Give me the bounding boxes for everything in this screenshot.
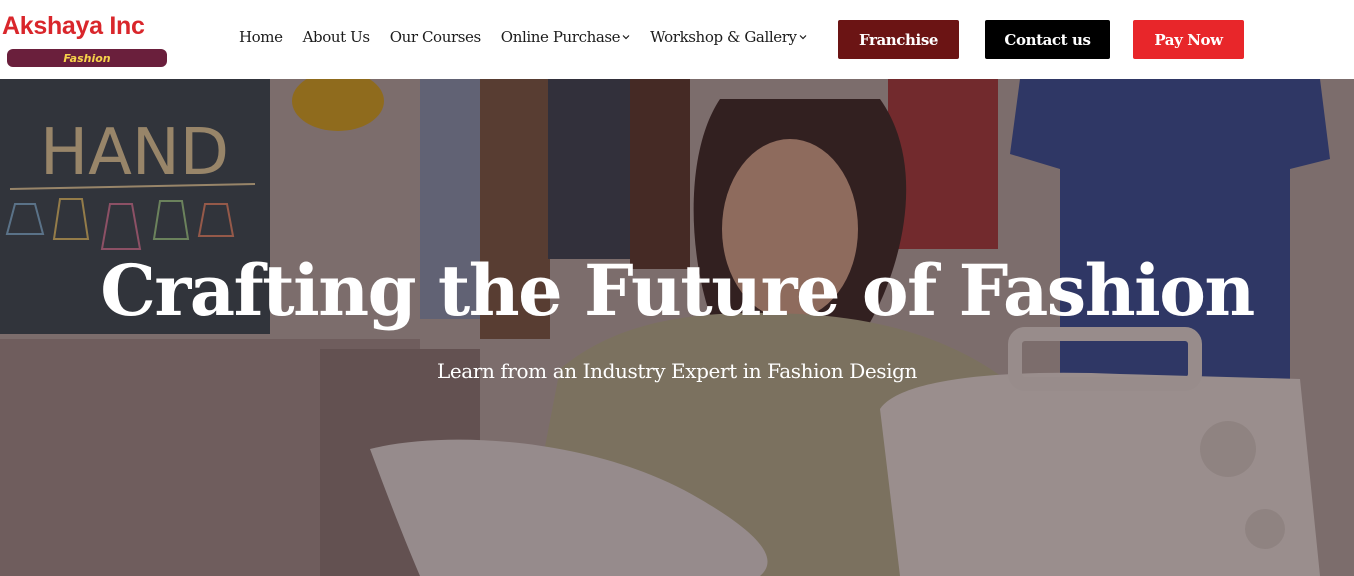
- nav-item-our-courses[interactable]: Our Courses: [389, 28, 482, 46]
- hero-banner: HAND Crafting the Future of Fashion Lear…: [0, 79, 1354, 576]
- nav-item-label: Online Purchase: [500, 28, 621, 46]
- main-nav: Home About Us Our Courses Online Purchas…: [239, 28, 807, 46]
- site-header: Akshaya Inc Fashion Home About Us Our Co…: [0, 0, 1354, 79]
- hero-subtitle: Learn from an Industry Expert in Fashion…: [436, 359, 918, 383]
- hero-title: Crafting the Future of Fashion: [100, 249, 1255, 332]
- brand-name: Akshaya Inc: [2, 12, 145, 40]
- nav-item-home[interactable]: Home: [239, 28, 283, 46]
- nav-item-label: Our Courses: [389, 28, 482, 46]
- nav-item-workshop-gallery[interactable]: Workshop & Gallery: [650, 28, 807, 46]
- contact-us-button[interactable]: Contact us: [985, 20, 1110, 59]
- nav-item-label: Workshop & Gallery: [650, 28, 797, 46]
- nav-item-label: About Us: [302, 28, 370, 46]
- chevron-down-icon: [799, 34, 807, 40]
- pay-now-button[interactable]: Pay Now: [1133, 20, 1244, 59]
- nav-item-about-us[interactable]: About Us: [303, 28, 370, 46]
- brand-logo[interactable]: Akshaya Inc Fashion: [0, 12, 170, 70]
- nav-item-label: Home: [239, 28, 283, 46]
- nav-item-online-purchase[interactable]: Online Purchase: [501, 28, 630, 46]
- brand-tag: Fashion: [7, 49, 167, 67]
- franchise-button[interactable]: Franchise: [838, 20, 959, 59]
- chevron-down-icon: [622, 34, 630, 40]
